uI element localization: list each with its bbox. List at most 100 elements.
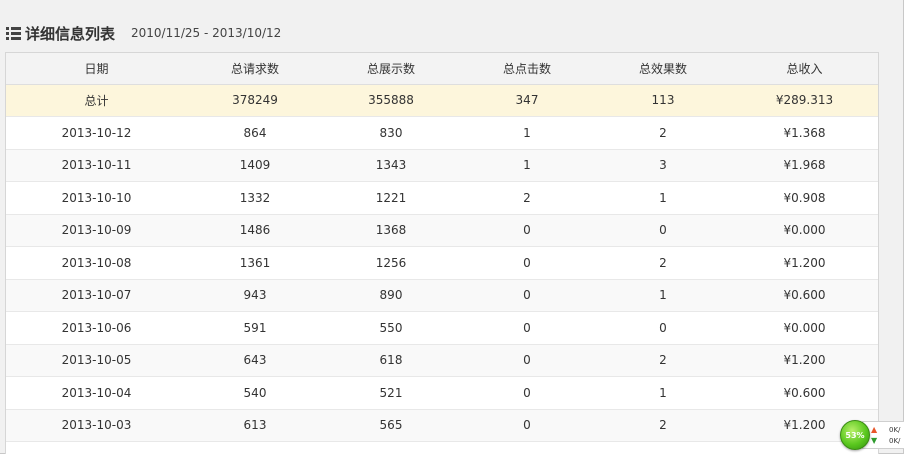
column-header-requests[interactable]: 总请求数 bbox=[187, 53, 323, 85]
cell-revenue: ¥0.908 bbox=[731, 181, 878, 215]
cell-requests: 1361 bbox=[187, 246, 323, 280]
list-icon bbox=[6, 26, 21, 40]
cell-revenue: ¥0.000 bbox=[731, 214, 878, 247]
cell-requests: 540 bbox=[187, 376, 323, 410]
cell-clicks: 1 bbox=[459, 116, 595, 150]
cell-conversions: 2 bbox=[595, 116, 731, 150]
total-cell-impressions: 355888 bbox=[323, 84, 459, 117]
cell-requests: 943 bbox=[187, 279, 323, 312]
cell-date: 2013-10-08 bbox=[6, 246, 187, 280]
cell-impressions: 1343 bbox=[323, 149, 459, 182]
cell-revenue: ¥1.968 bbox=[731, 149, 878, 182]
cell-conversions: 3 bbox=[595, 149, 731, 182]
cell-date bbox=[6, 441, 187, 454]
table-row: 2013-10-12 864 830 1 2 ¥1.368 bbox=[6, 116, 878, 150]
detail-table: 日期 总请求数 总展示数 总点击数 总效果数 总收入 总计 378249 355888 347 1… bbox=[6, 53, 878, 454]
table-body: 总计 378249 355888 347 113 ¥289.313 2013-10-12 86… bbox=[6, 84, 878, 454]
cell-impressions: 550 bbox=[323, 311, 459, 345]
cell-impressions: 618 bbox=[323, 344, 459, 377]
download-arrow-icon: ▼ bbox=[871, 436, 878, 445]
column-header-conversions[interactable]: 总效果数 bbox=[595, 53, 731, 85]
cell-impressions: 1256 bbox=[323, 246, 459, 280]
memory-ball[interactable]: 53% bbox=[840, 420, 870, 450]
cell-clicks bbox=[459, 441, 595, 454]
cell-clicks: 0 bbox=[459, 246, 595, 280]
cell-conversions: 1 bbox=[595, 376, 731, 410]
total-cell-conversions: 113 bbox=[595, 84, 731, 117]
table-row: 2013-10-11 1409 1343 1 3 ¥1.968 bbox=[6, 149, 878, 182]
cell-revenue: ¥1.368 bbox=[731, 116, 878, 150]
cell-clicks: 0 bbox=[459, 376, 595, 410]
cell-clicks: 2 bbox=[459, 181, 595, 215]
cell-revenue: ¥0.600 bbox=[731, 279, 878, 312]
cell-clicks: 0 bbox=[459, 311, 595, 345]
cell-requests: 1409 bbox=[187, 149, 323, 182]
cell-conversions: 0 bbox=[595, 214, 731, 247]
cell-date: 2013-10-06 bbox=[6, 311, 187, 345]
cell-impressions bbox=[323, 441, 459, 454]
cell-impressions: 1368 bbox=[323, 214, 459, 247]
section-header: 详细信息列表 2010/11/25 - 2013/10/12 bbox=[6, 20, 281, 46]
network-monitor-widget[interactable]: ▲ 0K/ ▼ 0K/ 53% bbox=[838, 419, 904, 453]
section-title: 详细信息列表 bbox=[25, 24, 116, 43]
cell-revenue: ¥1.200 bbox=[731, 344, 878, 377]
table-row: 2013-10-05 643 618 0 2 ¥1.200 bbox=[6, 344, 878, 377]
cell-clicks: 0 bbox=[459, 279, 595, 312]
table-row: 2013-10-03 613 565 0 2 ¥1.200 bbox=[6, 409, 878, 442]
total-cell-revenue: ¥289.313 bbox=[731, 84, 878, 117]
total-row: 总计 378249 355888 347 113 ¥289.313 bbox=[6, 84, 878, 117]
column-header-revenue[interactable]: 总收入 bbox=[731, 53, 878, 85]
cell-requests: 864 bbox=[187, 116, 323, 150]
cell-requests: 643 bbox=[187, 344, 323, 377]
cell-requests: 1332 bbox=[187, 181, 323, 215]
cell-requests: 591 bbox=[187, 311, 323, 345]
column-header-date[interactable]: 日期 bbox=[6, 53, 187, 85]
cell-conversions: 0 bbox=[595, 311, 731, 345]
cell-impressions: 830 bbox=[323, 116, 459, 150]
cell-impressions: 1221 bbox=[323, 181, 459, 215]
cell-clicks: 0 bbox=[459, 409, 595, 442]
cell-revenue: ¥1.200 bbox=[731, 246, 878, 280]
cell-impressions: 521 bbox=[323, 376, 459, 410]
cell-date: 2013-10-03 bbox=[6, 409, 187, 442]
cell-conversions: 2 bbox=[595, 409, 731, 442]
date-range[interactable]: 2010/11/25 - 2013/10/12 bbox=[131, 26, 281, 40]
cell-date: 2013-10-09 bbox=[6, 214, 187, 247]
cell-impressions: 890 bbox=[323, 279, 459, 312]
cell-impressions: 565 bbox=[323, 409, 459, 442]
cell-requests bbox=[187, 441, 323, 454]
table-row: 2013-10-07 943 890 0 1 ¥0.600 bbox=[6, 279, 878, 312]
cell-conversions: 1 bbox=[595, 279, 731, 312]
table-row: 2013-10-04 540 521 0 1 ¥0.600 bbox=[6, 376, 878, 410]
table-header-row: 日期 总请求数 总展示数 总点击数 总效果数 总收入 bbox=[6, 53, 878, 85]
cell-date: 2013-10-11 bbox=[6, 149, 187, 182]
cell-date: 2013-10-05 bbox=[6, 344, 187, 377]
download-speed: 0K/ bbox=[889, 437, 901, 445]
total-cell-date: 总计 bbox=[6, 84, 187, 117]
column-header-impressions[interactable]: 总展示数 bbox=[323, 53, 459, 85]
cell-clicks: 0 bbox=[459, 344, 595, 377]
total-cell-clicks: 347 bbox=[459, 84, 595, 117]
table-row: 2013-10-09 1486 1368 0 0 ¥0.000 bbox=[6, 214, 878, 247]
cell-conversions bbox=[595, 441, 731, 454]
cell-date: 2013-10-07 bbox=[6, 279, 187, 312]
cell-clicks: 0 bbox=[459, 214, 595, 247]
upload-speed: 0K/ bbox=[889, 426, 901, 434]
total-cell-requests: 378249 bbox=[187, 84, 323, 117]
cell-revenue: ¥0.600 bbox=[731, 376, 878, 410]
table-row: 2013-10-10 1332 1221 2 1 ¥0.908 bbox=[6, 181, 878, 215]
cell-conversions: 2 bbox=[595, 344, 731, 377]
memory-percent: 53% bbox=[845, 430, 865, 440]
cell-conversions: 1 bbox=[595, 181, 731, 215]
cell-requests: 613 bbox=[187, 409, 323, 442]
cell-clicks: 1 bbox=[459, 149, 595, 182]
cell-requests: 1486 bbox=[187, 214, 323, 247]
cell-date: 2013-10-10 bbox=[6, 181, 187, 215]
cell-date: 2013-10-12 bbox=[6, 116, 187, 150]
detail-table-container[interactable]: 日期 总请求数 总展示数 总点击数 总效果数 总收入 总计 378249 355888 347 1… bbox=[5, 52, 879, 454]
column-header-clicks[interactable]: 总点击数 bbox=[459, 53, 595, 85]
cell-date: 2013-10-04 bbox=[6, 376, 187, 410]
cell-conversions: 2 bbox=[595, 246, 731, 280]
upload-arrow-icon: ▲ bbox=[871, 425, 878, 434]
cell-revenue: ¥0.000 bbox=[731, 311, 878, 345]
